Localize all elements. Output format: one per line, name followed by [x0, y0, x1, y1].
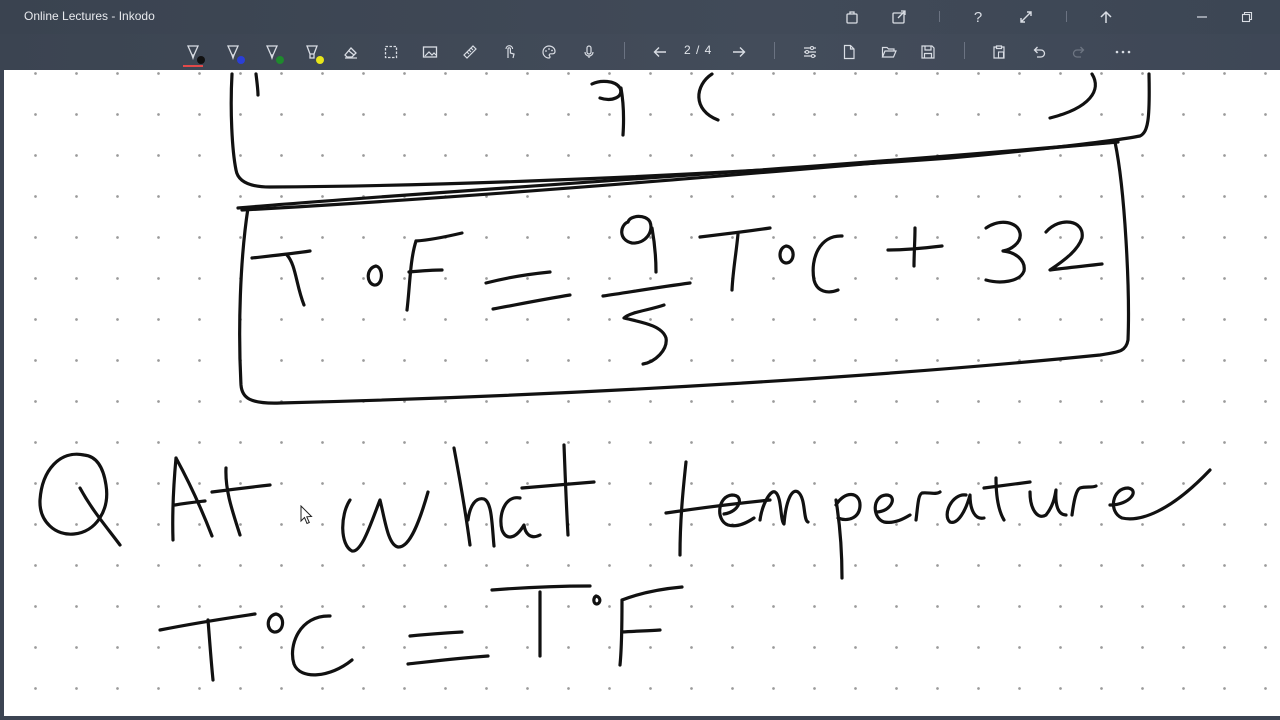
- ruler-icon[interactable]: [457, 40, 483, 64]
- redo-icon[interactable]: [1066, 40, 1092, 64]
- note-canvas[interactable]: [4, 70, 1280, 716]
- window-title: Online Lectures - Inkodo: [24, 9, 155, 23]
- pen-color-swatch: [316, 56, 324, 64]
- expand-icon[interactable]: [1014, 6, 1038, 28]
- share-icon[interactable]: [887, 6, 911, 28]
- microphone-icon[interactable]: [576, 40, 602, 64]
- more-icon[interactable]: [1110, 40, 1136, 64]
- pen-color-swatch: [197, 56, 205, 64]
- minimize-icon[interactable]: [1190, 6, 1214, 28]
- pen-blue-button[interactable]: [220, 40, 246, 64]
- window-bottom-edge: [0, 716, 1280, 720]
- active-pen-indicator: [183, 65, 203, 67]
- settings-icon[interactable]: [797, 40, 823, 64]
- upload-icon[interactable]: [1094, 6, 1118, 28]
- pen-green-button[interactable]: [259, 40, 285, 64]
- title-bar: Online Lectures - Inkodo ?: [0, 0, 1280, 34]
- palette-icon[interactable]: [536, 40, 562, 64]
- help-icon[interactable]: ?: [966, 6, 990, 28]
- image-icon[interactable]: [417, 40, 443, 64]
- new-page-icon[interactable]: [836, 40, 862, 64]
- handwritten-ink: [38, 72, 1212, 682]
- paste-icon[interactable]: [986, 40, 1012, 64]
- pen-color-swatch: [276, 56, 284, 64]
- restore-icon[interactable]: [1235, 6, 1259, 28]
- next-page-button[interactable]: [726, 40, 752, 64]
- pen-color-swatch: [237, 56, 245, 64]
- page-indicator: 2 / 4: [684, 43, 713, 57]
- mouse-cursor-icon: [300, 505, 313, 525]
- save-icon[interactable]: [915, 40, 941, 64]
- open-folder-icon[interactable]: [876, 40, 902, 64]
- touch-icon[interactable]: [497, 40, 523, 64]
- undo-icon[interactable]: [1026, 40, 1052, 64]
- previous-page-button[interactable]: [647, 40, 673, 64]
- pen-black-button[interactable]: [180, 40, 206, 67]
- lasso-select-icon[interactable]: [378, 40, 404, 64]
- highlighter-yellow-button[interactable]: [299, 40, 325, 64]
- eraser-icon[interactable]: [338, 40, 364, 64]
- store-icon[interactable]: [840, 6, 864, 28]
